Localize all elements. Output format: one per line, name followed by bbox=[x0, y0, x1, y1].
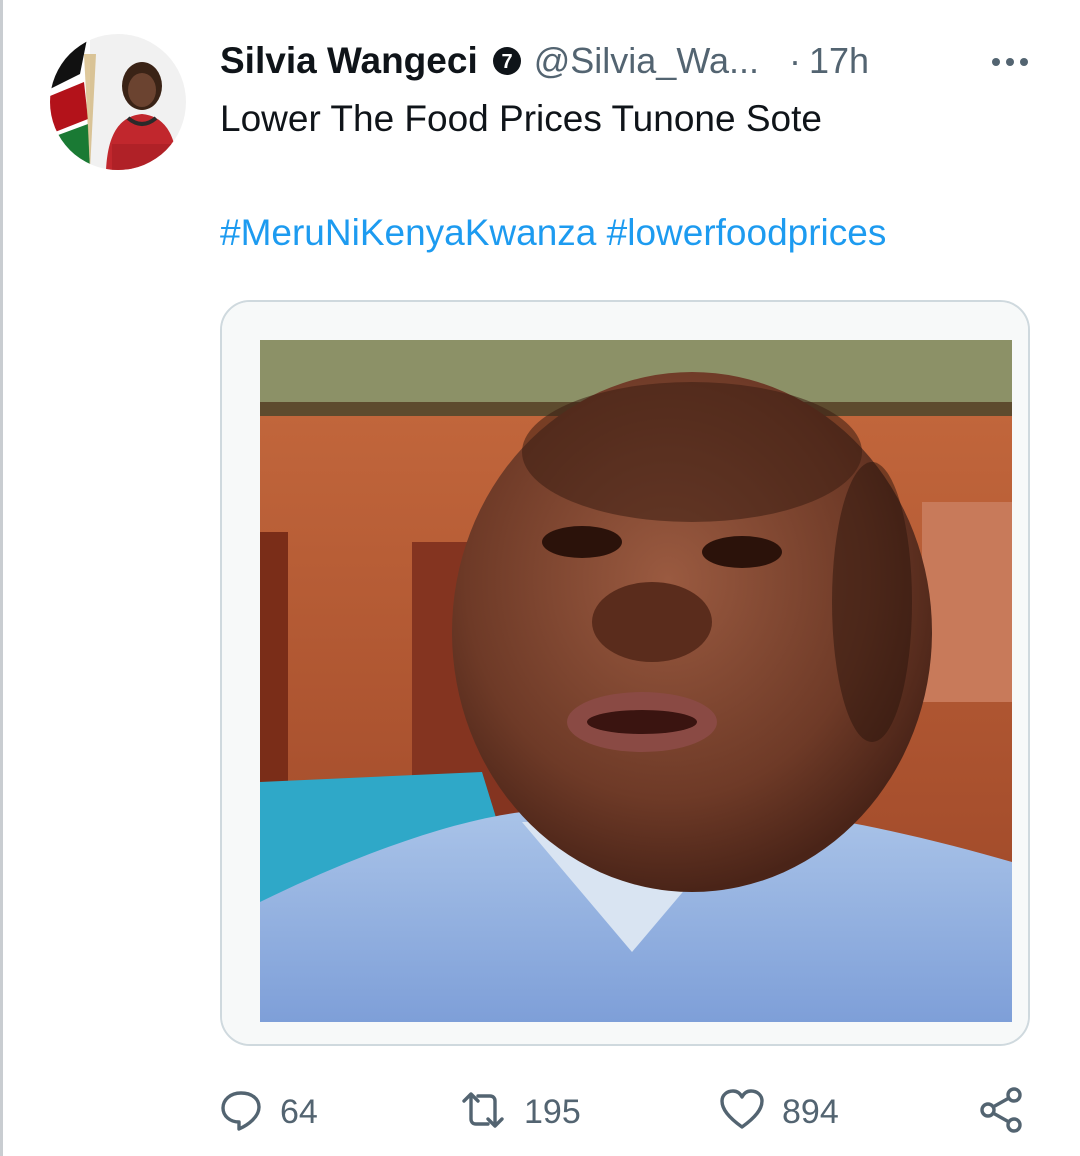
share-icon bbox=[978, 1086, 1026, 1139]
separator-dot: · bbox=[788, 40, 801, 81]
author-name[interactable]: Silvia Wangeci bbox=[220, 40, 478, 82]
hashtag-link[interactable]: #lowerfoodprices bbox=[607, 212, 887, 253]
like-count: 894 bbox=[782, 1092, 839, 1131]
timestamp[interactable]: 17h bbox=[809, 40, 869, 82]
hashtag-line: #MeruNiKenyaKwanza #lowerfoodprices bbox=[220, 212, 886, 254]
more-options-icon[interactable] bbox=[980, 42, 1040, 82]
reply-icon bbox=[218, 1087, 264, 1138]
tweet-header: Silvia Wangeci 7 @Silvia_Wa... · 17h bbox=[220, 36, 1040, 86]
reply-count: 64 bbox=[280, 1092, 318, 1131]
retweet-icon bbox=[458, 1087, 508, 1138]
tweet-text: Lower The Food Prices Tunone Sote bbox=[220, 98, 822, 139]
svg-text:7: 7 bbox=[501, 51, 512, 73]
retweet-count: 195 bbox=[524, 1092, 581, 1131]
heart-icon bbox=[718, 1087, 766, 1138]
share-button[interactable] bbox=[978, 1082, 1026, 1142]
tweet-media-image[interactable] bbox=[220, 300, 1030, 1046]
like-button[interactable]: 894 bbox=[718, 1082, 839, 1142]
retweet-button[interactable]: 195 bbox=[458, 1082, 581, 1142]
author-handle[interactable]: @Silvia_Wa... bbox=[534, 40, 759, 82]
avatar[interactable] bbox=[50, 34, 186, 170]
reply-button[interactable]: 64 bbox=[218, 1082, 318, 1142]
tweet-actions: 64 195 894 bbox=[218, 1082, 1038, 1142]
hashtag-link[interactable]: #MeruNiKenyaKwanza bbox=[220, 212, 596, 253]
verified-badge-icon: 7 bbox=[492, 46, 522, 76]
left-divider bbox=[0, 0, 3, 1156]
